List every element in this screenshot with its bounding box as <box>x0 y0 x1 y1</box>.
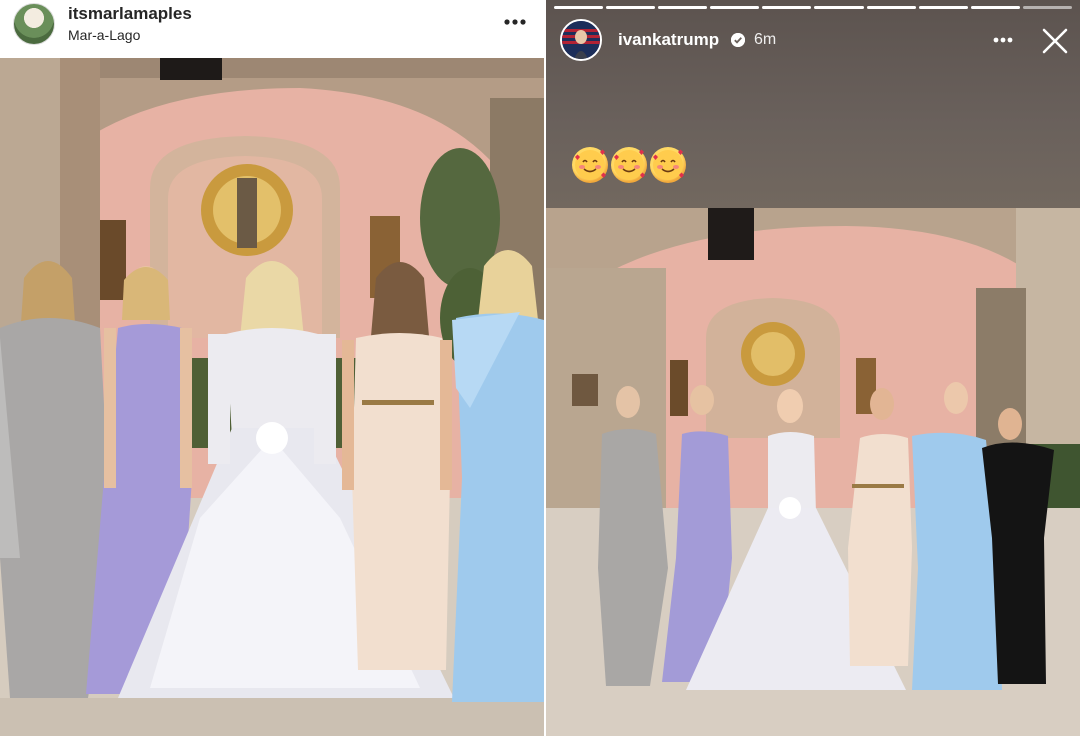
smiling-face-with-hearts-icon <box>572 147 608 183</box>
progress-segment <box>970 6 1020 9</box>
instagram-post: itsmarlamaples Mar-a-Lago <box>0 0 544 736</box>
avatar[interactable] <box>13 3 55 45</box>
smiling-face-with-hearts-icon <box>611 147 647 183</box>
progress-segment <box>710 6 760 9</box>
verified-badge-icon <box>731 33 745 47</box>
instagram-story: ivankatrump 6m <box>546 0 1080 736</box>
progress-segment <box>814 6 864 9</box>
story-photo[interactable] <box>546 208 1080 736</box>
story-header: ivankatrump 6m <box>546 0 1080 208</box>
smiling-face-with-hearts-icon <box>650 147 686 183</box>
close-icon[interactable] <box>1040 26 1070 56</box>
progress-segment <box>918 6 968 9</box>
progress-segment <box>866 6 916 9</box>
story-time: 6m <box>754 31 777 48</box>
story-progress-bar <box>554 6 1072 9</box>
story-caption <box>572 147 689 192</box>
progress-segment <box>1022 6 1072 9</box>
more-horizontal-icon[interactable] <box>498 10 532 34</box>
progress-segment <box>554 6 604 9</box>
post-photo[interactable] <box>0 58 544 736</box>
post-username[interactable]: itsmarlamaples <box>68 4 192 24</box>
post-location[interactable]: Mar-a-Lago <box>68 27 140 43</box>
more-horizontal-icon[interactable] <box>986 28 1020 52</box>
story-username[interactable]: ivankatrump <box>618 30 719 50</box>
progress-segment <box>658 6 708 9</box>
progress-segment <box>606 6 656 9</box>
post-header: itsmarlamaples Mar-a-Lago <box>0 0 544 58</box>
avatar[interactable] <box>560 19 602 61</box>
progress-segment <box>762 6 812 9</box>
